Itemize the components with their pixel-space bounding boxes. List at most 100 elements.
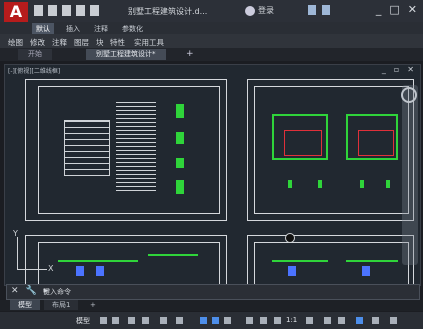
file-tab-start[interactable]: 开始 <box>18 49 52 60</box>
title-bar: A 别墅工程建筑设计.d... 登录 _ □ ✕ <box>0 0 423 22</box>
grid-icon[interactable] <box>100 317 107 324</box>
viewport-controls-label[interactable]: [-][俯视][二维线框] <box>8 66 60 75</box>
elevation-line-3 <box>272 260 328 262</box>
viewport-restore-button[interactable]: ▫ <box>394 65 399 74</box>
navigation-bar[interactable] <box>401 85 418 265</box>
drawing-sheet-notes <box>25 79 227 221</box>
osnap-icon[interactable] <box>176 317 183 324</box>
elevation-line-2 <box>148 254 198 256</box>
new-layout-button[interactable]: + <box>82 300 104 310</box>
elevation-line-1 <box>58 260 138 262</box>
menu-annotate[interactable]: 注释 <box>52 37 67 48</box>
menu-modify[interactable]: 修改 <box>30 37 45 48</box>
plan-wall-6 <box>346 114 348 158</box>
customization-menu-icon[interactable] <box>390 317 397 324</box>
plan-symbol-1 <box>288 180 292 188</box>
undo-icon[interactable] <box>90 5 99 16</box>
help-icon[interactable] <box>322 5 330 15</box>
isolate-objects-icon[interactable] <box>338 317 345 324</box>
ribbon-tabs: 默认 插入 注释 参数化 <box>0 22 423 35</box>
plan-wall-3 <box>272 158 328 160</box>
door-window-table <box>64 120 110 176</box>
ucs-x-label: X <box>48 264 54 273</box>
dynamic-input-icon[interactable] <box>212 317 219 324</box>
plan-symbol-4 <box>386 180 390 188</box>
menu-layer[interactable]: 图层 <box>74 37 89 48</box>
add-icon[interactable] <box>324 317 331 324</box>
workspace-gear-icon[interactable] <box>306 317 313 324</box>
ucs-x-axis <box>17 269 47 270</box>
close-command-icon[interactable]: ✕ <box>11 286 19 296</box>
window-detail-4 <box>176 180 184 194</box>
signin-area[interactable]: 登录 <box>245 5 274 16</box>
command-input[interactable]: 键入命令 <box>43 287 71 297</box>
window-controls: _ □ ✕ <box>376 3 417 16</box>
autocad-window: A 别墅工程建筑设计.d... 登录 _ □ ✕ 默认 插入 注释 参数化 绘图… <box>0 0 423 329</box>
elevation-window-3 <box>288 266 296 276</box>
plan-wall-7 <box>346 158 398 160</box>
drawing-sheet-plans <box>247 79 414 221</box>
open-file-icon[interactable] <box>48 5 57 16</box>
viewport-minimize-button[interactable]: _ <box>382 65 386 74</box>
lineweight-icon[interactable] <box>224 317 231 324</box>
plan-room-highlight-1 <box>284 130 322 156</box>
elevation-window-2 <box>96 266 104 276</box>
drawing-viewport[interactable]: [-][俯视][二维线框] _ ▫ ✕ Y X <box>4 64 421 297</box>
crosshair-cursor <box>285 233 295 243</box>
viewport-window-controls: _ ▫ ✕ <box>382 65 414 74</box>
snap-icon[interactable] <box>112 317 119 324</box>
signin-label[interactable]: 登录 <box>258 5 274 16</box>
polar-icon[interactable] <box>142 317 149 324</box>
customize-icon[interactable]: 🔧 <box>26 286 37 296</box>
elevation-window-4 <box>362 266 370 276</box>
plan-wall-5 <box>346 114 398 116</box>
new-tab-button[interactable]: + <box>186 49 194 59</box>
steering-wheel-icon[interactable] <box>401 87 417 103</box>
annotation-scale[interactable]: 1:1 <box>286 316 297 324</box>
plan-wall-4 <box>326 114 328 160</box>
file-tabs: 开始 别墅工程建筑设计* + <box>0 48 423 61</box>
plan-room-highlight-2 <box>358 130 394 156</box>
menu-properties[interactable]: 特性 <box>110 37 125 48</box>
plan-symbol-3 <box>360 180 364 188</box>
annotation-icon[interactable] <box>274 317 281 324</box>
hardware-acceleration-icon[interactable] <box>356 317 363 324</box>
new-file-icon[interactable] <box>34 5 43 16</box>
annotation-visibility-icon[interactable] <box>246 317 253 324</box>
minimize-button[interactable]: _ <box>376 3 382 16</box>
command-line[interactable]: ✕ 🔧 ▸ 键入命令 <box>6 284 420 300</box>
maximize-button[interactable]: □ <box>389 3 399 16</box>
otrack-icon[interactable] <box>200 317 207 324</box>
user-icon <box>245 5 255 16</box>
print-icon[interactable] <box>76 5 85 16</box>
tab-layout1[interactable]: 布局1 <box>44 300 79 310</box>
status-bar: 模型 1:1 <box>0 312 423 329</box>
elevation-window-1 <box>76 266 84 276</box>
window-detail-1 <box>176 104 184 118</box>
ortho-icon[interactable] <box>128 317 135 324</box>
save-icon[interactable] <box>62 5 71 16</box>
window-title: 别墅工程建筑设计.d... <box>128 7 208 16</box>
plan-wall-8 <box>396 114 398 160</box>
menu-block[interactable]: 块 <box>96 37 104 48</box>
auto-scale-icon[interactable] <box>260 317 267 324</box>
plan-wall-2 <box>272 114 274 158</box>
file-tab-drawing[interactable]: 别墅工程建筑设计* <box>86 49 166 60</box>
app-logo[interactable]: A <box>4 2 28 22</box>
model-space-label[interactable]: 模型 <box>76 316 90 326</box>
menu-utilities[interactable]: 实用工具 <box>134 37 164 48</box>
quick-access-toolbar <box>34 5 99 16</box>
exchange-icon[interactable] <box>308 5 316 15</box>
ucs-y-axis <box>17 237 18 269</box>
title-right-icons <box>308 5 330 15</box>
elevation-line-4 <box>346 260 398 262</box>
clean-screen-icon[interactable] <box>372 317 379 324</box>
menu-draw[interactable]: 绘图 <box>8 37 23 48</box>
window-detail-2 <box>176 132 184 144</box>
window-detail-3 <box>176 158 184 168</box>
viewport-close-button[interactable]: ✕ <box>407 65 414 74</box>
isodraft-icon[interactable] <box>160 317 167 324</box>
menu-bar: 绘图 修改 注释 图层 块 特性 实用工具 <box>0 34 423 48</box>
tab-model[interactable]: 模型 <box>10 300 40 310</box>
close-button[interactable]: ✕ <box>408 3 417 16</box>
